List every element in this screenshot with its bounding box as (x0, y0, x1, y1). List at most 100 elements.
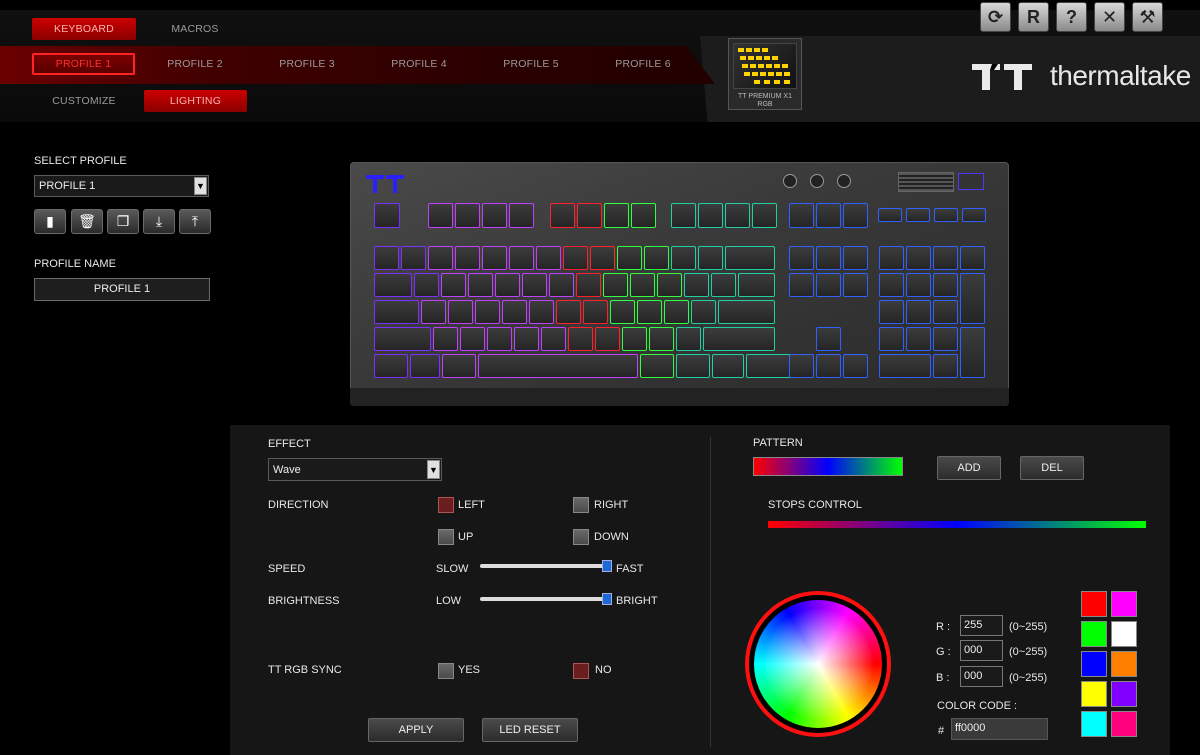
keyboard-key[interactable] (541, 327, 566, 351)
keyboard-key[interactable] (879, 273, 904, 297)
keyboard-key[interactable] (509, 203, 534, 228)
keyboard-key[interactable] (843, 246, 868, 270)
color-preset-swatch[interactable] (1081, 711, 1107, 737)
keyboard-key[interactable] (428, 203, 453, 228)
close-icon[interactable]: ✕ (1094, 2, 1125, 32)
keyboard-key[interactable] (617, 246, 642, 270)
keyboard-key[interactable] (482, 246, 507, 270)
keyboard-key[interactable] (879, 300, 904, 324)
keyboard-key[interactable] (644, 246, 669, 270)
keyboard-key[interactable] (536, 246, 561, 270)
keyboard-key[interactable] (441, 273, 466, 297)
color-preset-swatch[interactable] (1111, 591, 1137, 617)
keyboard-key[interactable] (698, 203, 723, 228)
keyboard-key[interactable] (421, 300, 446, 324)
keyboard-preview[interactable] (350, 162, 1009, 406)
color-wheel[interactable] (754, 600, 882, 728)
keyboard-key[interactable] (843, 354, 868, 378)
keyboard-key[interactable] (374, 300, 419, 324)
keyboard-key[interactable] (603, 273, 628, 297)
tab-profile-6[interactable]: PROFILE 6 (593, 53, 693, 75)
delete-profile-button[interactable]: 🗑 (71, 209, 103, 234)
keyboard-key[interactable] (529, 300, 554, 324)
color-code-input[interactable]: ff0000 (951, 718, 1048, 740)
keyboard-key[interactable] (460, 327, 485, 351)
keyboard-key[interactable] (630, 273, 655, 297)
tab-profile-4[interactable]: PROFILE 4 (369, 53, 469, 75)
keyboard-key[interactable] (509, 246, 534, 270)
keyboard-key[interactable] (374, 354, 408, 378)
keyboard-key[interactable] (906, 208, 930, 222)
keyboard-key[interactable] (442, 354, 476, 378)
keyboard-key[interactable] (906, 300, 931, 324)
keyboard-key[interactable] (879, 246, 904, 270)
keyboard-key[interactable] (725, 246, 775, 270)
copy-profile-button[interactable]: ❐ (107, 209, 139, 234)
color-preset-swatch[interactable] (1081, 591, 1107, 617)
keyboard-key[interactable] (906, 327, 931, 351)
speed-slider-handle[interactable] (602, 560, 612, 572)
refresh-icon[interactable]: ⟳ (980, 2, 1011, 32)
sync-yes-checkbox[interactable] (438, 663, 454, 679)
sync-no-checkbox[interactable] (573, 663, 589, 679)
color-preset-swatch[interactable] (1081, 621, 1107, 647)
tab-profile-5[interactable]: PROFILE 5 (481, 53, 581, 75)
color-preset-swatch[interactable] (1081, 651, 1107, 677)
keyboard-key[interactable] (568, 327, 593, 351)
keyboard-key[interactable] (789, 203, 814, 228)
keyboard-key[interactable] (475, 300, 500, 324)
keyboard-key[interactable] (583, 300, 608, 324)
keyboard-key[interactable] (455, 246, 480, 270)
keyboard-key[interactable] (879, 354, 931, 378)
keyboard-key[interactable] (556, 300, 581, 324)
settings-icon[interactable]: ⚒ (1132, 2, 1163, 32)
color-preset-swatch[interactable] (1111, 651, 1137, 677)
keyboard-key[interactable] (789, 273, 814, 297)
keyboard-key[interactable] (933, 300, 958, 324)
brightness-slider[interactable] (480, 593, 612, 605)
keyboard-key[interactable] (374, 273, 412, 297)
help-icon[interactable]: ? (1056, 2, 1087, 32)
keyboard-key[interactable] (738, 273, 775, 297)
profile-name-field[interactable]: PROFILE 1 (34, 278, 210, 301)
keyboard-key[interactable] (878, 208, 902, 222)
keyboard-key[interactable] (401, 246, 426, 270)
brightness-slider-handle[interactable] (602, 593, 612, 605)
tab-keyboard[interactable]: KEYBOARD (32, 18, 136, 40)
keyboard-key[interactable] (960, 327, 985, 378)
keyboard-key[interactable] (718, 300, 775, 324)
keyboard-key[interactable] (622, 327, 647, 351)
keyboard-key[interactable] (374, 203, 400, 228)
keyboard-key[interactable] (374, 246, 399, 270)
direction-left-checkbox[interactable] (438, 497, 454, 513)
keyboard-key[interactable] (610, 300, 635, 324)
keyboard-key[interactable] (577, 203, 602, 228)
keyboard-key[interactable] (414, 273, 439, 297)
keyboard-key[interactable] (933, 327, 958, 351)
keyboard-key[interactable] (703, 327, 775, 351)
tab-profile-1[interactable]: PROFILE 1 (32, 53, 135, 75)
keyboard-key[interactable] (590, 246, 615, 270)
keyboard-key[interactable] (933, 273, 958, 297)
keyboard-key[interactable] (816, 354, 841, 378)
keyboard-key[interactable] (374, 327, 431, 351)
keyboard-key[interactable] (637, 300, 662, 324)
keyboard-key[interactable] (725, 203, 750, 228)
keyboard-key[interactable] (468, 273, 493, 297)
tab-macros[interactable]: MACROS (145, 18, 245, 40)
keyboard-key[interactable] (676, 327, 701, 351)
keyboard-key[interactable] (698, 246, 723, 270)
keyboard-key[interactable] (631, 203, 656, 228)
keyboard-key[interactable] (906, 246, 931, 270)
direction-down-checkbox[interactable] (573, 529, 589, 545)
pattern-gradient[interactable] (753, 457, 903, 476)
keyboard-key[interactable] (843, 203, 868, 228)
keyboard-key[interactable] (448, 300, 473, 324)
color-preset-swatch[interactable] (1111, 621, 1137, 647)
effect-select[interactable]: Wave ▼ (268, 458, 442, 481)
keyboard-key[interactable] (684, 273, 709, 297)
keyboard-key[interactable] (671, 246, 696, 270)
keyboard-key[interactable] (843, 273, 868, 297)
tab-customize[interactable]: CUSTOMIZE (32, 90, 136, 112)
keyboard-key[interactable] (752, 203, 777, 228)
